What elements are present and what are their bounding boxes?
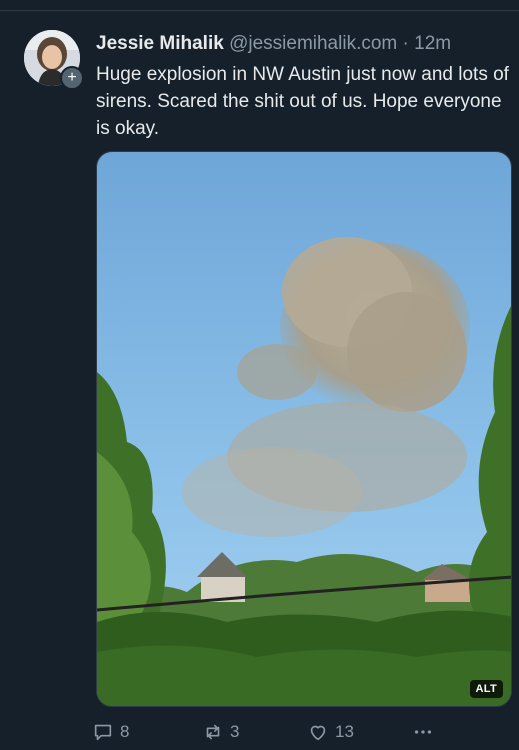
tweet-photo[interactable]: ALT xyxy=(96,151,512,707)
author-name[interactable]: Jessie Mihalik xyxy=(96,33,224,54)
plus-icon: + xyxy=(67,69,77,86)
timestamp[interactable]: 12m xyxy=(414,33,451,54)
tweet-text: Huge explosion in NW Austin just now and… xyxy=(96,64,509,139)
follow-button[interactable]: + xyxy=(60,66,84,90)
author-handle[interactable]: @jessiemihalik.com xyxy=(229,33,397,54)
retweet-count: 3 xyxy=(230,722,240,741)
avatar-container[interactable]: + xyxy=(24,30,84,90)
heart-icon xyxy=(310,725,326,741)
like-count: 13 xyxy=(335,722,354,741)
top-divider xyxy=(0,0,519,11)
tweet-actions: 8 3 13 xyxy=(92,719,512,745)
reply-icon xyxy=(94,724,112,741)
reply-count: 8 xyxy=(120,722,130,741)
tweet-header: Jessie Mihalik @jessiemihalik.com · 12m xyxy=(96,31,509,57)
header-separator: · xyxy=(402,33,409,54)
retweet-button[interactable]: 3 xyxy=(202,719,239,745)
like-button[interactable]: 13 xyxy=(307,719,354,745)
alt-text-badge[interactable]: ALT xyxy=(469,680,503,698)
retweet-icon xyxy=(206,724,220,740)
reply-button[interactable]: 8 xyxy=(92,719,129,745)
photo-image xyxy=(97,152,511,706)
ellipsis-icon xyxy=(414,730,432,734)
tweet[interactable]: + Jessie Mihalik @jessiemihalik.com · 12… xyxy=(0,11,519,750)
more-options-button[interactable] xyxy=(412,719,440,745)
